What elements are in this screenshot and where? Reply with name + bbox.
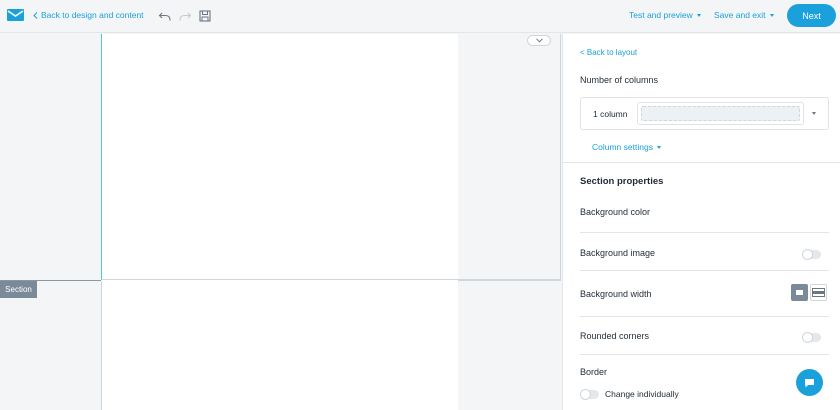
save-and-exit-menu[interactable]: Save and exit: [714, 10, 774, 20]
rounded-corners-label: Rounded corners: [580, 331, 650, 341]
width-full-button[interactable]: [810, 284, 827, 301]
row-divider: [580, 270, 829, 271]
test-and-preview-menu[interactable]: Test and preview: [629, 10, 701, 20]
next-button[interactable]: Next: [787, 4, 836, 27]
panel-divider: [563, 162, 840, 163]
change-individually-label: Change individually: [605, 389, 679, 399]
chevron-down-icon: [535, 38, 543, 43]
background-color-label: Background color: [580, 207, 651, 217]
background-width-options: [791, 284, 827, 301]
collapse-toggle[interactable]: [527, 35, 551, 46]
row-divider: [580, 316, 829, 317]
column-settings-menu[interactable]: Column settings: [592, 142, 661, 152]
properties-panel: < Back to layout Number of columns 1 col…: [562, 34, 840, 410]
back-to-layout-link[interactable]: < Back to layout: [580, 48, 637, 57]
caret-down-icon[interactable]: [812, 112, 816, 115]
column-settings-label: Column settings: [592, 142, 653, 152]
back-to-design-link[interactable]: Back to design and content: [33, 10, 144, 20]
editor-canvas: Section: [0, 34, 561, 410]
border-label: Border: [580, 367, 608, 377]
section-tag-label: Section: [5, 285, 32, 294]
undo-icon[interactable]: [158, 9, 172, 23]
columns-value: 1 column: [593, 109, 628, 119]
chat-icon: [805, 378, 814, 387]
number-of-columns-label: Number of columns: [580, 75, 659, 85]
columns-layout-dropdown[interactable]: [637, 102, 804, 125]
page-edge-line: [101, 281, 102, 410]
caret-down-icon: [656, 145, 661, 149]
row-divider: [580, 354, 829, 355]
change-individually-toggle[interactable]: [580, 389, 599, 400]
top-bar: Back to design and content Test and prev…: [0, 0, 840, 33]
caret-down-icon: [696, 13, 701, 17]
width-content-button[interactable]: [791, 284, 808, 301]
columns-selector[interactable]: 1 column: [580, 97, 829, 130]
row-divider: [580, 232, 829, 233]
redo-icon[interactable]: [178, 9, 192, 23]
section-properties-title: Section properties: [580, 176, 664, 187]
selected-section-outline: [101, 34, 561, 280]
background-image-label: Background image: [580, 248, 656, 258]
test-and-preview-label: Test and preview: [629, 10, 693, 20]
section-tag[interactable]: Section: [0, 281, 37, 298]
envelope-logo-icon[interactable]: [7, 9, 24, 21]
chevron-left-icon: [33, 11, 38, 19]
background-image-toggle[interactable]: [802, 249, 821, 260]
column-layout-preview: [641, 106, 800, 121]
section-divider-line: [458, 280, 561, 281]
chat-button[interactable]: [796, 369, 823, 396]
full-width-icon: [812, 288, 825, 297]
save-icon[interactable]: [198, 9, 212, 23]
rounded-corners-toggle[interactable]: [802, 332, 821, 343]
caret-down-icon: [769, 13, 774, 17]
back-to-design-label: Back to design and content: [41, 10, 144, 20]
content-width-icon: [796, 290, 803, 295]
save-and-exit-label: Save and exit: [714, 10, 766, 20]
background-width-label: Background width: [580, 289, 652, 299]
